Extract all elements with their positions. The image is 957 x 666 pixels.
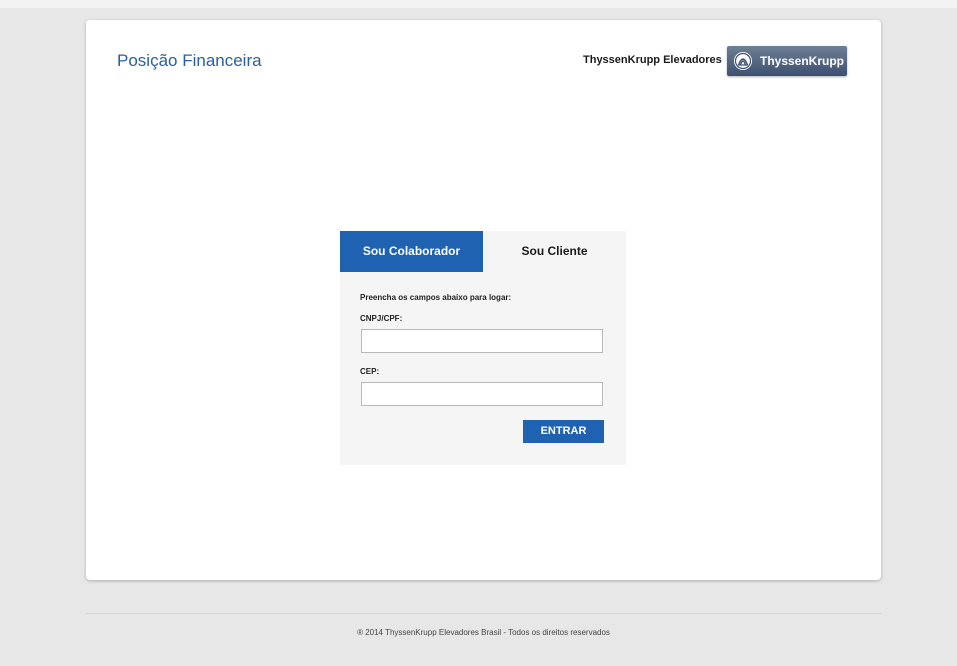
cnpj-field[interactable]	[361, 329, 603, 353]
footer-copyright: ® 2014 ThyssenKrupp Elevadores Brasil - …	[357, 628, 610, 637]
footer-divider	[86, 613, 881, 614]
tab-sou-colaborador[interactable]: Sou Colaborador	[340, 231, 483, 272]
tab-sou-cliente[interactable]: Sou Cliente	[483, 231, 626, 272]
login-panel: Sou Colaborador Sou Cliente Preencha os …	[340, 231, 626, 465]
logo-text: ThyssenKrupp	[760, 54, 845, 68]
login-instruction: Preencha os campos abaixo para logar:	[360, 293, 512, 302]
top-strip	[0, 0, 957, 8]
entrar-button[interactable]: ENTRAR	[523, 420, 604, 443]
thyssenkrupp-arches-icon	[733, 51, 753, 71]
cep-field[interactable]	[361, 382, 603, 406]
brand-logo: ThyssenKrupp	[727, 46, 847, 76]
cep-label: CEP:	[360, 367, 380, 376]
page-title: Posição Financeira	[117, 51, 262, 70]
company-name: ThyssenKrupp Elevadores	[583, 54, 722, 66]
main-card: Posição Financeira ThyssenKrupp Elevador…	[86, 20, 881, 580]
cnpj-label: CNPJ/CPF:	[360, 314, 403, 323]
